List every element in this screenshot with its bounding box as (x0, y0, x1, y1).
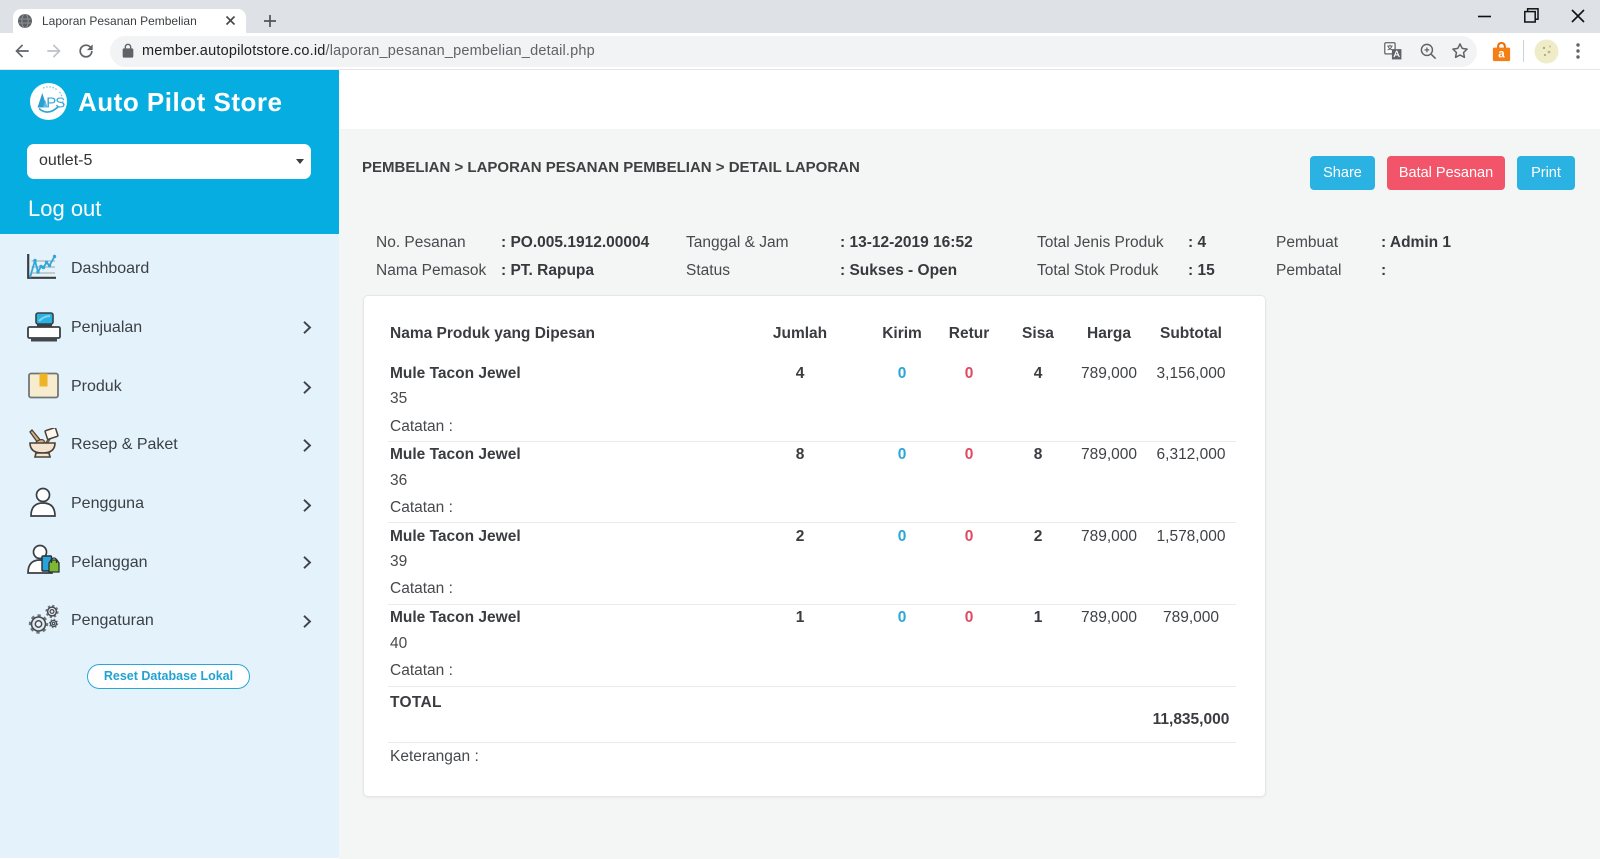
svg-text:a: a (1498, 49, 1505, 61)
